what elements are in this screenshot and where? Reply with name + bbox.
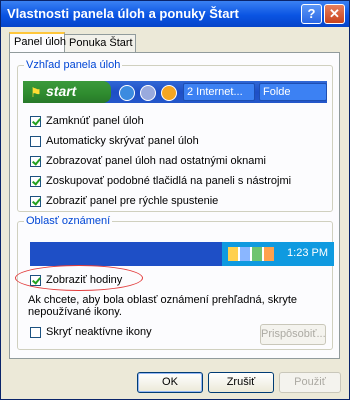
checkbox-label: Skryť neaktívne ikony	[46, 326, 152, 338]
cancel-button[interactable]: Zrušiť	[208, 372, 274, 393]
checkbox-label: Zobraziť panel pre rýchle spustenie	[46, 195, 219, 207]
checkbox-label: Zamknúť panel úloh	[46, 115, 144, 127]
checkbox-box[interactable]	[30, 327, 41, 338]
notification-preview: 1:23 PM	[30, 242, 334, 266]
taskbar-appearance-label: Vzhľad panela úloh	[24, 59, 123, 71]
tab-panel-uloh[interactable]: Panel úloh	[9, 32, 66, 52]
checkbox-label: Automaticky skrývať panel úloh	[46, 135, 199, 147]
checkbox-box[interactable]	[30, 196, 41, 207]
close-button[interactable]: ✕	[324, 4, 345, 24]
tray-clock: 1:23 PM	[287, 247, 328, 259]
checkbox-label: Zobrazovať panel úloh nad ostatnými okna…	[46, 155, 266, 167]
apply-button[interactable]: Použiť	[279, 372, 341, 393]
media-icon	[140, 85, 156, 101]
ok-button[interactable]: OK	[137, 372, 203, 393]
highlight-ellipse	[15, 265, 143, 291]
tray-icons	[228, 247, 274, 261]
properties-dialog: Vlastnosti panela úloh a ponuky Štart ? …	[0, 0, 350, 400]
tab-ponuka-start[interactable]: Ponuka Štart	[64, 34, 136, 52]
title-bar[interactable]: Vlastnosti panela úloh a ponuky Štart ? …	[1, 1, 349, 27]
start-label: start	[46, 83, 77, 99]
taskbar-appearance-group: Vzhľad panela úloh ⚑ start 2 Internet...…	[17, 59, 333, 212]
notification-description: Ak chcete, aby bola oblasť oznámení preh…	[28, 294, 298, 318]
desktop-icon	[161, 85, 177, 101]
task-folder: Folde	[259, 83, 327, 101]
checkbox-box[interactable]	[30, 156, 41, 167]
start-button-preview: ⚑ start	[23, 81, 111, 103]
taskbar-preview: ⚑ start 2 Internet... Folde	[23, 81, 327, 103]
notification-area-label: Oblasť oznámení	[24, 215, 113, 227]
customize-button[interactable]: Prispôsobiť...	[260, 324, 326, 345]
window-title: Vlastnosti panela úloh a ponuky Štart	[7, 6, 239, 21]
tab-panel: Vzhľad panela úloh ⚑ start 2 Internet...…	[9, 52, 340, 359]
windows-flag-icon: ⚑	[30, 85, 42, 100]
checkbox-box[interactable]	[30, 136, 41, 147]
system-tray: 1:23 PM	[222, 242, 334, 266]
checkbox-label: Zoskupovať podobné tlačidlá na paneli s …	[46, 175, 292, 187]
checkbox-box[interactable]	[30, 116, 41, 127]
help-button[interactable]: ?	[301, 4, 322, 24]
checkbox-box[interactable]	[30, 176, 41, 187]
ie-icon	[119, 85, 135, 101]
task-internet: 2 Internet...	[183, 83, 255, 101]
